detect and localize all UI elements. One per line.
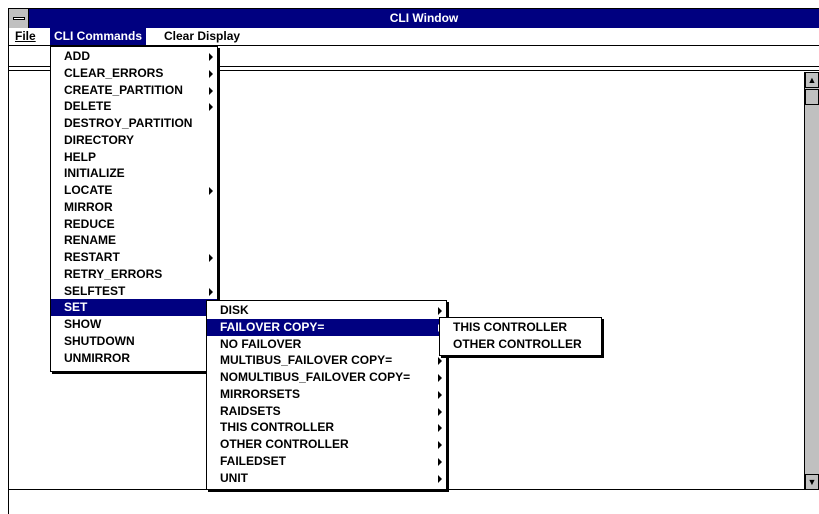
submenu-arrow-icon <box>438 357 442 366</box>
menu-item-label: DESTROY_PARTITION <box>64 116 193 130</box>
menu-item-label: MIRRORSETS <box>220 386 301 401</box>
menu-item-label: RESTART <box>64 250 120 264</box>
submenu-arrow-icon <box>438 474 442 483</box>
system-menu-button[interactable] <box>9 9 29 28</box>
failover-item-other-controller[interactable]: OTHER CONTROLLER <box>440 336 601 353</box>
cli-item-show[interactable]: SHOW <box>51 316 217 333</box>
cli-item-rename[interactable]: RENAME <box>51 232 217 249</box>
menu-clear-display-label: Clear Display <box>164 29 241 43</box>
menu-item-label: NOMULTIBUS_FAILOVER COPY= <box>220 370 411 384</box>
cli-commands-menu: ADD CLEAR_ERRORS CREATE_PARTITION DELETE DES… <box>50 46 218 372</box>
menu-item-label: REDUCE <box>64 216 115 231</box>
cli-item-retry-errors[interactable]: RETRY_ERRORS <box>51 266 217 283</box>
menu-item-label: CLEAR_ERRORS <box>64 65 164 80</box>
menu-item-label: UNMIRROR <box>64 350 130 365</box>
submenu-arrow-icon <box>438 374 442 382</box>
set-item-failedset[interactable]: FAILEDSET <box>207 453 446 470</box>
set-item-failover-copy[interactable]: FAILOVER COPY= <box>207 318 446 336</box>
menu-item-label: SELFTEST <box>64 283 126 298</box>
submenu-arrow-icon <box>438 407 442 416</box>
cli-item-create-partition[interactable]: CREATE_PARTITION <box>51 82 217 99</box>
menu-item-label: CREATE_PARTITION <box>64 82 183 97</box>
menu-clear-display[interactable]: Clear Display <box>160 28 244 45</box>
submenu-arrow-icon <box>209 53 213 61</box>
scroll-thumb[interactable] <box>805 89 819 105</box>
menu-item-label: OTHER CONTROLLER <box>453 336 582 351</box>
menu-item-label: MIRROR <box>64 199 113 214</box>
cli-item-destroy-partition[interactable]: DESTROY_PARTITION <box>51 115 217 132</box>
menu-item-label: SHOW <box>64 317 102 331</box>
menu-cli-commands[interactable]: CLI Commands <box>50 28 147 45</box>
submenu-arrow-icon <box>438 390 442 399</box>
failover-item-this-controller[interactable]: THIS CONTROLLER <box>440 319 601 336</box>
menu-item-label: UNIT <box>220 470 248 485</box>
cli-item-shutdown[interactable]: SHUTDOWN <box>51 333 217 350</box>
set-item-raidsets[interactable]: RAIDSETS <box>207 403 446 420</box>
menu-item-label: RETRY_ERRORS <box>64 266 163 281</box>
menu-item-label: SHUTDOWN <box>64 333 135 348</box>
menu-item-label: FAILOVER COPY= <box>220 319 325 334</box>
window-title: CLI Window <box>389 11 459 25</box>
menu-item-label: MULTIBUS_FAILOVER COPY= <box>220 353 393 368</box>
submenu-arrow-icon <box>438 307 442 315</box>
cli-item-delete[interactable]: DELETE <box>51 98 217 115</box>
submenu-arrow-icon <box>209 287 213 296</box>
menu-item-label: THIS CONTROLLER <box>220 420 334 435</box>
cli-item-add[interactable]: ADD <box>51 48 217 65</box>
menu-item-label: OTHER CONTROLLER <box>220 437 349 451</box>
set-item-disk[interactable]: DISK <box>207 302 446 319</box>
cli-item-mirror[interactable]: MIRROR <box>51 199 217 216</box>
arrow-up-icon: ▲ <box>807 75 817 85</box>
cli-item-reduce[interactable]: REDUCE <box>51 216 217 233</box>
cli-item-selftest[interactable]: SELFTEST <box>51 283 217 300</box>
menu-cli-commands-label: CLI Commands <box>54 29 143 43</box>
scroll-down-button[interactable]: ▼ <box>805 474 819 490</box>
cli-item-directory[interactable]: DIRECTORY <box>51 132 217 149</box>
menu-item-label: DIRECTORY <box>64 132 135 147</box>
menu-bar: File CLI Commands Clear Display <box>9 28 819 46</box>
menu-item-label: RENAME <box>64 233 117 248</box>
cli-item-set[interactable]: SET <box>51 299 217 316</box>
cli-item-help[interactable]: HELP <box>51 149 217 166</box>
menu-item-label: NO FAILOVER <box>220 336 302 351</box>
menu-item-label: FAILEDSET <box>220 453 287 468</box>
submenu-arrow-icon <box>209 187 213 195</box>
set-item-nomultibus-failover-copy[interactable]: NOMULTIBUS_FAILOVER COPY= <box>207 369 446 386</box>
menu-file-label: File <box>15 29 36 43</box>
set-item-this-controller[interactable]: THIS CONTROLLER <box>207 419 446 436</box>
menu-item-label: LOCATE <box>64 183 113 197</box>
menu-item-label: DELETE <box>64 99 112 114</box>
menu-item-label: ADD <box>64 49 90 63</box>
set-item-mirrorsets[interactable]: MIRRORSETS <box>207 386 446 403</box>
menu-item-label: HELP <box>64 149 97 164</box>
cli-item-locate[interactable]: LOCATE <box>51 182 217 199</box>
menu-item-label: INITIALIZE <box>64 166 125 181</box>
cli-item-unmirror[interactable]: UNMIRROR <box>51 350 217 367</box>
system-menu-icon <box>13 17 25 20</box>
submenu-arrow-icon <box>438 424 442 433</box>
menu-item-label: RAIDSETS <box>220 403 281 418</box>
cli-item-initialize[interactable]: INITIALIZE <box>51 165 217 182</box>
set-item-unit[interactable]: UNIT <box>207 470 446 487</box>
failover-copy-submenu: THIS CONTROLLER OTHER CONTROLLER <box>439 317 602 356</box>
submenu-arrow-icon <box>209 103 213 112</box>
menu-item-label: DISK <box>220 303 249 317</box>
submenu-arrow-icon <box>438 457 442 466</box>
cli-item-clear-errors[interactable]: CLEAR_ERRORS <box>51 65 217 82</box>
submenu-arrow-icon <box>209 254 213 262</box>
menu-item-label: SET <box>64 300 88 315</box>
set-submenu: DISK FAILOVER COPY= NO FAILOVER MULTIBUS_FA… <box>206 300 447 490</box>
arrow-down-icon: ▼ <box>807 477 817 487</box>
submenu-arrow-icon <box>209 86 213 95</box>
submenu-arrow-icon <box>438 441 442 449</box>
menu-item-label: THIS CONTROLLER <box>453 320 567 334</box>
set-item-multibus-failover-copy[interactable]: MULTIBUS_FAILOVER COPY= <box>207 352 446 369</box>
set-item-other-controller[interactable]: OTHER CONTROLLER <box>207 436 446 453</box>
cli-item-restart[interactable]: RESTART <box>51 249 217 266</box>
scroll-up-button[interactable]: ▲ <box>805 72 819 88</box>
set-item-no-failover[interactable]: NO FAILOVER <box>207 336 446 353</box>
vertical-scrollbar[interactable]: ▲ ▼ <box>804 72 819 490</box>
submenu-arrow-icon <box>209 69 213 78</box>
menu-file[interactable]: File <box>11 28 40 45</box>
